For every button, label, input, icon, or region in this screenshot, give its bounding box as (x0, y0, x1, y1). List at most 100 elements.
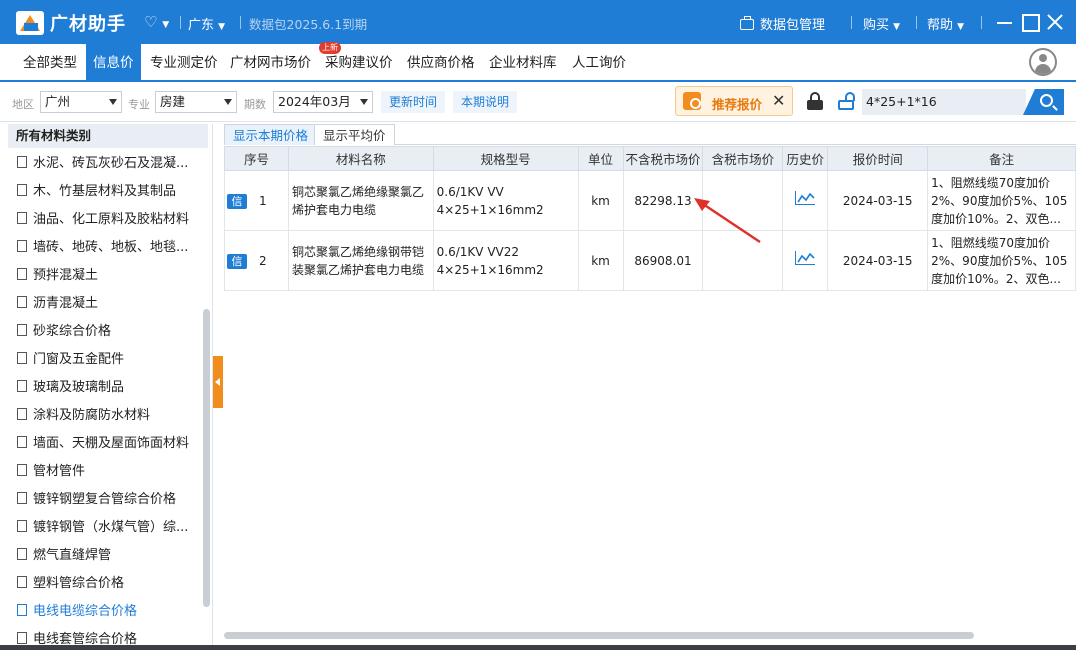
divider (180, 16, 181, 29)
sidebar-item-label: 墙砖、地砖、地板、地毯... (33, 240, 189, 255)
column-header-unit[interactable]: 单位 (577, 146, 624, 171)
help-menu[interactable]: 帮助 ▼ (927, 14, 964, 33)
table-row[interactable]: 信1 铜芯聚氯乙烯绝缘聚氯乙烯护套电力电缆 0.6/1KV VV 4×25+1×1… (224, 170, 1076, 231)
remark-text: 1、阻燃线缆70度加价2%、90度加价5%、105度加价10%。2、双色... (931, 235, 1068, 286)
search-input[interactable]: 4*25+1*16 (862, 89, 1026, 115)
document-icon (17, 492, 27, 504)
sidebar-item[interactable]: 水泥、砖瓦灰砂石及混凝... (17, 152, 188, 176)
taskbar-edge (0, 645, 1076, 650)
tab-enterprise-library[interactable]: 企业材料库 (482, 44, 564, 80)
update-time-button[interactable]: 更新时间 (381, 91, 446, 113)
index-cell: 信2 (224, 230, 289, 291)
sidebar-item[interactable]: 涂料及防腐防水材料 (17, 404, 150, 428)
sidebar-scrollbar[interactable] (203, 309, 210, 607)
package-management-button[interactable]: 数据包管理 (740, 14, 825, 33)
document-icon (17, 436, 27, 448)
remark-cell: 1、阻燃线缆70度加价2%、90度加价5%、105度加价10%。2、双色... (927, 230, 1076, 291)
spec-line-1: 0.6/1KV VV (436, 184, 504, 199)
document-icon (17, 380, 27, 392)
column-header-price-ex-tax[interactable]: 不含税市场价 (622, 146, 704, 171)
sidebar-item[interactable]: 沥青混凝土 (17, 292, 98, 316)
tab-market-price[interactable]: 广材网市场价 (223, 44, 318, 80)
sidebar-item[interactable]: 镀锌钢塑复合管综合价格 (17, 488, 176, 512)
maximize-icon[interactable] (1020, 12, 1040, 32)
sidebar-item[interactable]: 墙砖、地砖、地板、地毯... (17, 236, 188, 260)
major-select[interactable]: 房建 (155, 91, 237, 113)
briefcase-icon (740, 16, 754, 30)
sidebar-item-label: 塑料管综合价格 (33, 576, 125, 591)
favorite-dropdown[interactable]: ♡ ▼ (144, 13, 169, 31)
collapse-sidebar-handle[interactable] (213, 356, 223, 408)
document-icon (17, 576, 27, 588)
sidebar-item[interactable]: 燃气直缝焊管 (17, 544, 111, 568)
spec-line-2: 4×25+1×16mm2 (436, 262, 544, 277)
column-header-date[interactable]: 报价时间 (827, 146, 929, 171)
tab-average-price[interactable]: 显示平均价 (314, 124, 395, 145)
region-dropdown[interactable]: 广东 ▼ (188, 14, 225, 33)
sidebar-item[interactable]: 玻璃及玻璃制品 (17, 376, 124, 400)
history-cell (782, 170, 829, 231)
tab-professional-price[interactable]: 专业测定价 (143, 44, 225, 80)
chevron-down-icon (224, 99, 232, 105)
chevron-down-icon (109, 99, 117, 105)
sidebar-item[interactable]: 塑料管综合价格 (17, 572, 124, 596)
buy-menu[interactable]: 购买 ▼ (863, 14, 900, 33)
avatar-icon[interactable] (1029, 48, 1057, 76)
trend-chart-icon[interactable] (795, 191, 816, 205)
sidebar-item[interactable]: 电线电缆综合价格 (17, 600, 137, 624)
tab-supplier-price[interactable]: 供应商价格 (400, 44, 482, 80)
sidebar-item[interactable]: 砂浆综合价格 (17, 320, 111, 344)
sidebar-item-label: 墙面、天棚及屋面饰面材料 (33, 436, 190, 451)
table-horizontal-scrollbar[interactable] (224, 632, 974, 639)
table-header-row: 序号 材料名称 规格型号 单位 不含税市场价 含税市场价 历史价 报价时间 备注 (224, 146, 1076, 171)
minimize-icon[interactable] (995, 12, 1015, 32)
document-icon (17, 324, 27, 336)
sidebar-item[interactable]: 管材管件 (17, 460, 85, 484)
tab-current-price[interactable]: 显示本期价格 (224, 124, 318, 145)
heart-icon: ♡ (144, 13, 158, 31)
recommend-price-label: 推荐报价 (712, 97, 763, 112)
document-icon (17, 408, 27, 420)
close-icon[interactable]: ✕ (772, 91, 785, 110)
sidebar-item[interactable]: 门窗及五金配件 (17, 348, 124, 372)
search-icon (1040, 94, 1053, 107)
period-filter-label: 期数 (244, 98, 266, 111)
document-icon (17, 296, 27, 308)
column-header-index[interactable]: 序号 (224, 146, 289, 171)
document-icon (17, 268, 27, 280)
column-header-remark[interactable]: 备注 (927, 146, 1076, 171)
lock-icon[interactable] (807, 92, 823, 110)
chevron-down-icon: ▼ (162, 20, 170, 30)
trend-chart-icon[interactable] (795, 251, 816, 265)
column-header-price-inc-tax[interactable]: 含税市场价 (702, 146, 784, 171)
period-note-button[interactable]: 本期说明 (453, 91, 518, 113)
sidebar-item[interactable]: 木、竹基层材料及其制品 (17, 180, 176, 204)
sidebar-item[interactable]: 预拌混凝土 (17, 264, 98, 288)
table-row[interactable]: 信2 铜芯聚氯乙烯绝缘钢带铠装聚氯乙烯护套电力电缆 0.6/1KV VV22 4×… (224, 230, 1076, 291)
region-select[interactable]: 广州 (40, 91, 122, 113)
spec-cell: 0.6/1KV VV 4×25+1×16mm2 (432, 170, 579, 231)
document-icon (17, 156, 27, 168)
sidebar-header: 所有材料类别 (8, 124, 208, 148)
sidebar-item[interactable]: 墙面、天棚及屋面饰面材料 (17, 432, 189, 456)
sidebar-item[interactable]: 镀锌钢管（水煤气管）综... (17, 516, 188, 540)
document-icon (17, 212, 27, 224)
column-header-spec[interactable]: 规格型号 (432, 146, 579, 171)
row-index: 2 (259, 253, 267, 268)
sidebar-item-label: 沥青混凝土 (33, 296, 99, 311)
info-price-tag: 信 (227, 193, 247, 209)
recommend-price-button[interactable]: 推荐报价 ✕ (675, 86, 793, 116)
column-header-history[interactable]: 历史价 (782, 146, 829, 171)
buy-label: 购买 (863, 18, 890, 33)
unlock-icon[interactable] (838, 92, 855, 110)
column-header-name[interactable]: 材料名称 (287, 146, 434, 171)
material-category-sidebar: 所有材料类别 水泥、砖瓦灰砂石及混凝... 木、竹基层材料及其制品 油品、化工原料及… (0, 124, 213, 650)
help-label: 帮助 (927, 18, 954, 33)
tab-info-price[interactable]: 信息价 (86, 44, 141, 80)
tab-manual-inquiry[interactable]: 人工询价 (565, 44, 633, 80)
tab-all-types[interactable]: 全部类型 (16, 44, 84, 80)
region-filter-label: 地区 (12, 98, 34, 111)
close-icon[interactable] (1045, 12, 1065, 32)
period-select[interactable]: 2024年03月 (273, 91, 373, 113)
sidebar-item[interactable]: 油品、化工原料及胶粘材料 (17, 208, 189, 232)
